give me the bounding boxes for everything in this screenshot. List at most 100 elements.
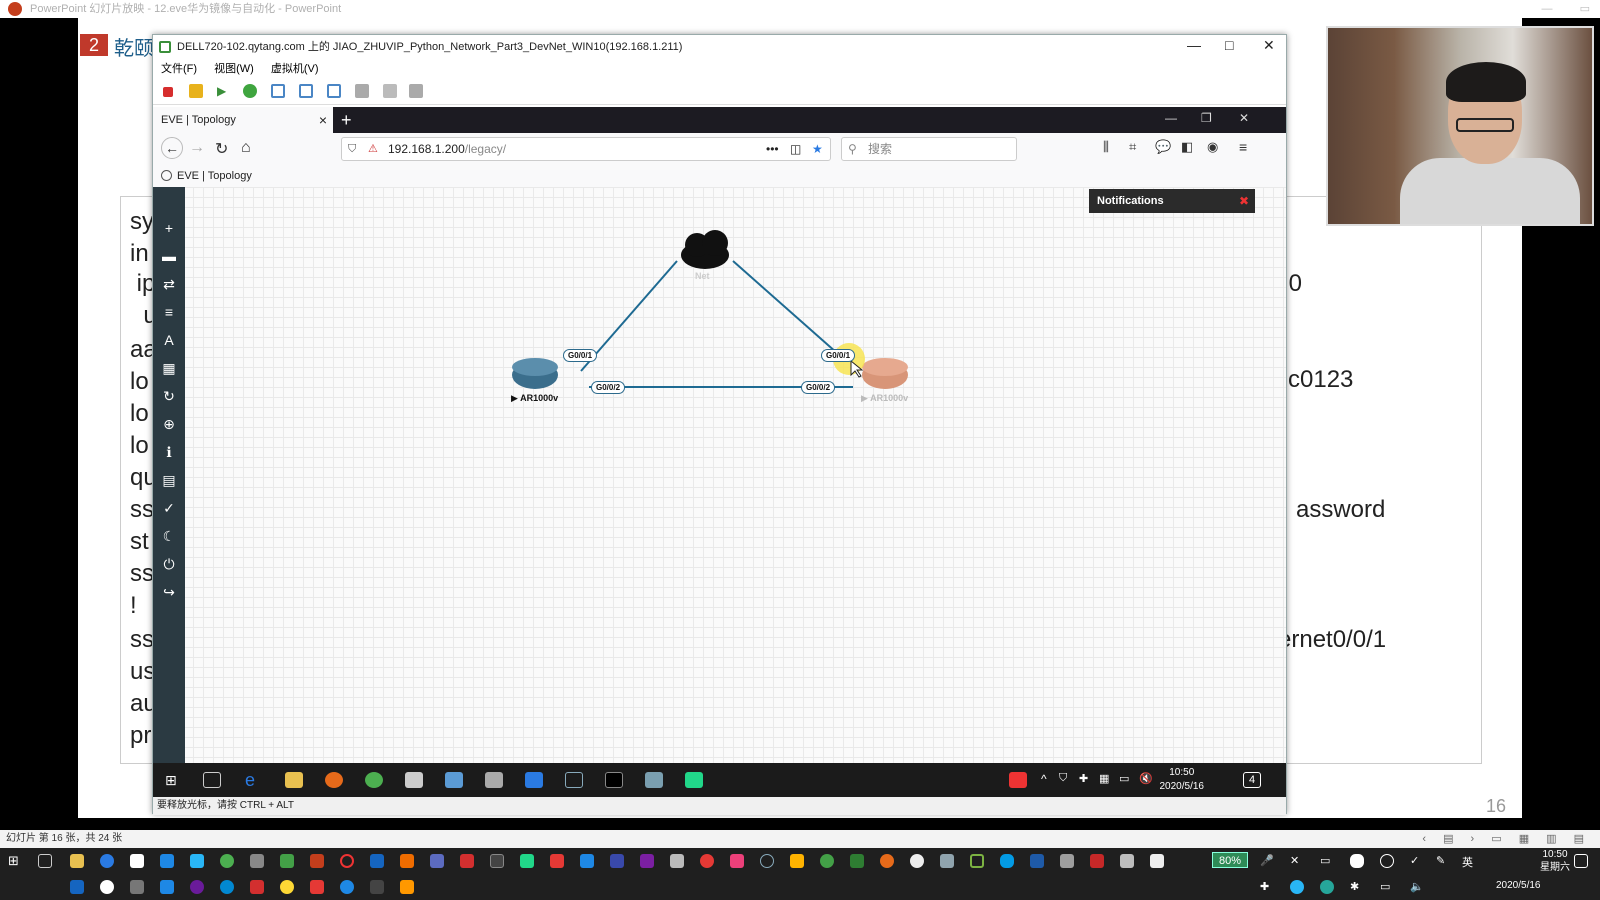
- notification-center-icon[interactable]: 4: [1243, 772, 1261, 788]
- app-icon[interactable]: [250, 880, 264, 894]
- mail-icon[interactable]: [160, 854, 174, 868]
- tray-icon[interactable]: [1380, 854, 1394, 868]
- host-clock[interactable]: 10:50 星期六: [1540, 848, 1570, 874]
- onedrive-icon[interactable]: [1000, 854, 1014, 868]
- shield-icon[interactable]: ⛉: [1059, 772, 1077, 788]
- file-explorer-icon[interactable]: [70, 854, 84, 868]
- record-icon[interactable]: [340, 854, 354, 868]
- home-icon[interactable]: ⌂: [241, 139, 251, 157]
- maximize-icon[interactable]: □: [1225, 37, 1233, 53]
- app-icon[interactable]: [190, 880, 204, 894]
- chrome-icon[interactable]: [365, 772, 383, 788]
- windows-start-icon[interactable]: ⊞: [8, 854, 22, 868]
- play-icon[interactable]: ▶: [217, 84, 231, 98]
- console-view-icon[interactable]: [409, 84, 423, 98]
- app-icon[interactable]: [70, 880, 84, 894]
- tray-icon[interactable]: ✚: [1079, 772, 1097, 788]
- browser-tab-eve[interactable]: EVE | Topology ×: [153, 107, 333, 133]
- app-icon[interactable]: [910, 854, 924, 868]
- network-icon[interactable]: ▭: [1119, 772, 1137, 788]
- vm-clock[interactable]: 10:50 2020/5/16: [1160, 766, 1205, 794]
- app-icon[interactable]: [1120, 854, 1134, 868]
- firefox-icon[interactable]: [325, 772, 343, 788]
- app-icon[interactable]: [460, 854, 474, 868]
- wechat-icon[interactable]: [820, 854, 834, 868]
- app-icon[interactable]: [130, 880, 144, 894]
- app-icon[interactable]: [610, 854, 624, 868]
- app-icon[interactable]: [730, 854, 744, 868]
- app-icon[interactable]: [340, 880, 354, 894]
- eve-topology-canvas[interactable]: + ▬ ⇄ ≡ A ▦ ↻ ⊕ ℹ ▤ ✓ ☾ ⏻ ↪ Notification…: [153, 187, 1286, 763]
- fullscreen-icon[interactable]: [355, 84, 369, 98]
- unity-icon[interactable]: [383, 84, 397, 98]
- account-icon[interactable]: ◉: [1207, 139, 1218, 155]
- tray-app-icon[interactable]: [1009, 772, 1027, 788]
- app-icon[interactable]: [430, 854, 444, 868]
- terminal-icon[interactable]: [490, 854, 504, 868]
- search-icon[interactable]: [760, 854, 774, 868]
- reset-icon[interactable]: [243, 84, 257, 98]
- calculator-icon[interactable]: [670, 854, 684, 868]
- menu-view[interactable]: 视图(W): [214, 63, 254, 75]
- tray-icon[interactable]: ✓: [1410, 854, 1424, 868]
- app-icon[interactable]: [790, 854, 804, 868]
- onenote-icon[interactable]: [640, 854, 654, 868]
- terminal-icon[interactable]: [370, 880, 384, 894]
- tray-icon[interactable]: ✎: [1436, 854, 1450, 868]
- windows-start-icon[interactable]: ⊞: [165, 772, 183, 788]
- edge-icon[interactable]: [100, 854, 114, 868]
- store-icon[interactable]: [130, 854, 144, 868]
- close-icon[interactable]: ✕: [1263, 37, 1275, 54]
- view-buttons[interactable]: ‹ ▤ › ▭ ▦ ▥ ▤: [1422, 830, 1584, 848]
- task-view-icon[interactable]: [38, 854, 52, 868]
- chevron-up-icon[interactable]: ^: [1041, 772, 1059, 788]
- tray-icon[interactable]: ▭: [1320, 854, 1334, 868]
- app-icon[interactable]: [220, 880, 234, 894]
- insecure-lock-icon[interactable]: ⚠: [368, 138, 378, 160]
- powerpoint-window-controls[interactable]: — ▭: [1542, 0, 1590, 18]
- app-icon[interactable]: [940, 854, 954, 868]
- app-icon[interactable]: [850, 854, 864, 868]
- bluetooth-icon[interactable]: ✱: [1350, 880, 1364, 894]
- app-icon[interactable]: [700, 854, 714, 868]
- tray-icon[interactable]: ▦: [1099, 772, 1117, 788]
- snapshot-icon[interactable]: [271, 84, 285, 98]
- input-method-icon[interactable]: 英: [1462, 854, 1476, 869]
- reload-icon[interactable]: ↻: [215, 139, 228, 159]
- app-icon[interactable]: [525, 772, 543, 788]
- tray-icon[interactable]: ✚: [1260, 880, 1274, 894]
- hamburger-menu-icon[interactable]: ≡: [1239, 139, 1247, 155]
- app-icon[interactable]: [485, 772, 503, 788]
- menu-vm[interactable]: 虚拟机(V): [271, 63, 319, 75]
- app-icon[interactable]: [400, 854, 414, 868]
- chrome-icon[interactable]: [220, 854, 234, 868]
- notification-center-icon[interactable]: [1574, 854, 1588, 868]
- app-icon[interactable]: [280, 854, 294, 868]
- page-actions-icon[interactable]: •••: [766, 138, 779, 160]
- node-label-router-right[interactable]: ▶ AR1000v: [861, 393, 908, 404]
- sidebar-icon[interactable]: ◧: [1181, 139, 1193, 155]
- screenshot-icon[interactable]: ⌗: [1129, 139, 1136, 155]
- new-tab-button[interactable]: +: [341, 107, 352, 133]
- back-arrow-icon[interactable]: ←: [161, 137, 183, 159]
- mic-icon[interactable]: 🎤: [1260, 854, 1274, 868]
- app-icon[interactable]: [250, 854, 264, 868]
- minimize-icon[interactable]: —: [1187, 37, 1201, 53]
- interface-label[interactable]: G0/0/1: [563, 349, 598, 362]
- node-label-router-left[interactable]: ▶ AR1000v: [511, 393, 558, 404]
- firefox-icon[interactable]: [880, 854, 894, 868]
- search-icon[interactable]: [565, 772, 583, 788]
- restore-icon[interactable]: ❐: [1201, 111, 1212, 125]
- volume-muted-icon[interactable]: 🔇: [1139, 772, 1157, 788]
- task-view-icon[interactable]: [203, 772, 221, 788]
- node-label-cloud[interactable]: Net: [695, 271, 710, 281]
- pause-icon[interactable]: [189, 84, 203, 98]
- menu-file[interactable]: 文件(F): [161, 63, 197, 75]
- zoom-level-badge[interactable]: 80%: [1212, 852, 1248, 868]
- stop-icon[interactable]: [163, 87, 173, 97]
- search-input[interactable]: ⚲ 搜索: [841, 137, 1017, 161]
- edge-icon[interactable]: e: [245, 771, 263, 789]
- app-icon[interactable]: [100, 880, 114, 894]
- interface-label[interactable]: G0/0/1: [821, 349, 856, 362]
- manage-snapshots-icon[interactable]: [327, 84, 341, 98]
